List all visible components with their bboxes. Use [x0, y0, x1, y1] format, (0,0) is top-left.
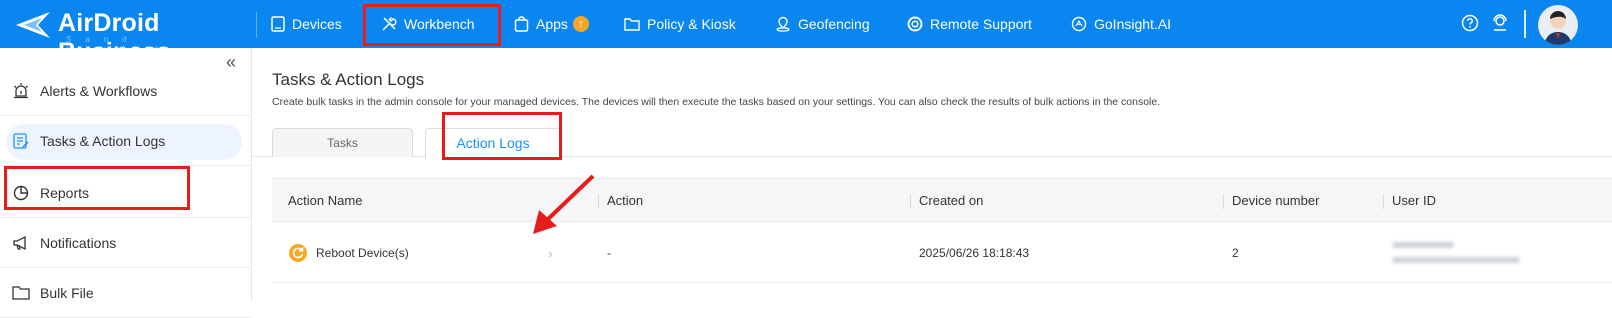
action-logs-highlight-box	[442, 112, 562, 160]
column-header-device-number: Device number	[1232, 193, 1320, 208]
column-separator	[1383, 194, 1384, 209]
megaphone-icon	[13, 235, 26, 250]
nav-devices[interactable]: Devices	[271, 0, 342, 48]
sidebar-item-tasks-action-logs[interactable]: Tasks & Action Logs	[0, 116, 252, 166]
sidebar-item-alerts-workflows[interactable]: Alerts & Workflows	[0, 66, 252, 116]
tablet-icon	[271, 16, 285, 32]
nav-remote-support[interactable]: Remote Support	[907, 0, 1032, 48]
sidebar-item-notifications[interactable]: Notifications	[0, 218, 252, 268]
avatar-icon	[1544, 11, 1572, 45]
cell-action: -	[607, 246, 611, 260]
redacted-user-email	[1392, 257, 1520, 263]
workbench-highlight-box	[363, 4, 501, 46]
sidebar: « Alerts & Workflows Tasks & Action Logs…	[0, 48, 252, 318]
top-navigation-bar: AirDroid Business Sand Studio Devices Wo…	[0, 0, 1612, 66]
table-header: Action Name Action Created on Device num…	[272, 178, 1612, 222]
nav-policy-kiosk-label: Policy & Kiosk	[647, 16, 736, 32]
sidebar-item-label: Notifications	[40, 234, 117, 251]
main-content: Tasks & Action Logs Create bulk tasks in…	[253, 48, 1612, 302]
column-header-action: Action	[607, 193, 644, 208]
column-header-user-id: User ID	[1392, 193, 1437, 208]
page-title: Tasks & Action Logs	[272, 70, 425, 89]
sidebar-item-label: Tasks & Action Logs	[40, 132, 166, 149]
nav-geofencing[interactable]: Geofencing	[775, 0, 870, 48]
nav-devices-label: Devices	[292, 16, 342, 32]
upgrade-badge-icon: ↑	[572, 16, 589, 32]
sidebar-item-reports[interactable]: Reports	[0, 168, 252, 218]
nav-apps[interactable]: Apps ↑	[514, 0, 589, 48]
nav-geofencing-label: Geofencing	[798, 16, 870, 32]
cell-created-on: 2025/06/26 18:18:43	[919, 246, 1030, 260]
topbar-divider	[256, 12, 257, 38]
tab-tasks[interactable]: Tasks	[272, 128, 413, 157]
task-list-icon	[13, 132, 29, 149]
page-description: Create bulk tasks in the admin console f…	[272, 96, 1161, 108]
logo-arrow-icon	[16, 12, 50, 38]
map-pin-icon	[776, 16, 790, 32]
nav-apps-label: Apps	[536, 16, 568, 32]
sidebar-item-label: Alerts & Workflows	[40, 82, 158, 99]
cell-action-name: Reboot Device(s)	[316, 246, 409, 260]
reboot-icon	[289, 244, 307, 262]
column-separator	[1223, 194, 1224, 209]
folder-icon	[624, 18, 640, 31]
alarm-icon	[14, 82, 28, 98]
sidebar-item-bulk-file[interactable]: Bulk File	[0, 268, 252, 318]
user-avatar[interactable]	[1538, 5, 1578, 45]
lifebuoy-icon	[907, 16, 923, 32]
redacted-user-name	[1392, 242, 1454, 248]
sidebar-item-label: Reports	[40, 184, 90, 201]
column-header-action-name: Action Name	[288, 193, 363, 208]
annotation-arrow-icon	[533, 174, 595, 234]
column-separator	[910, 194, 911, 209]
folder-icon	[12, 285, 30, 300]
support-agent-icon[interactable]	[1490, 13, 1510, 33]
nav-goinsight-ai-label: GoInsight.AI	[1094, 16, 1172, 32]
nav-policy-kiosk[interactable]: Policy & Kiosk	[624, 0, 736, 48]
help-icon[interactable]	[1460, 13, 1480, 33]
table-row[interactable]: Reboot Device(s) › - 2025/06/26 18:18:43…	[272, 223, 1612, 283]
ai-icon	[1071, 16, 1087, 32]
cell-device-number: 2	[1232, 246, 1239, 260]
apps-icon	[514, 16, 529, 32]
airdroid-logo[interactable]: AirDroid Business Sand Studio	[14, 6, 240, 66]
column-header-created-on: Created on	[919, 193, 984, 208]
sidebar-item-label: Bulk File	[40, 284, 94, 301]
nav-goinsight-ai[interactable]: GoInsight.AI	[1071, 0, 1171, 48]
nav-remote-support-label: Remote Support	[930, 16, 1032, 32]
topbar-separator	[1524, 10, 1526, 38]
action-logs-table: Action Name Action Created on Device num…	[272, 178, 1612, 302]
pie-chart-icon	[13, 185, 29, 200]
